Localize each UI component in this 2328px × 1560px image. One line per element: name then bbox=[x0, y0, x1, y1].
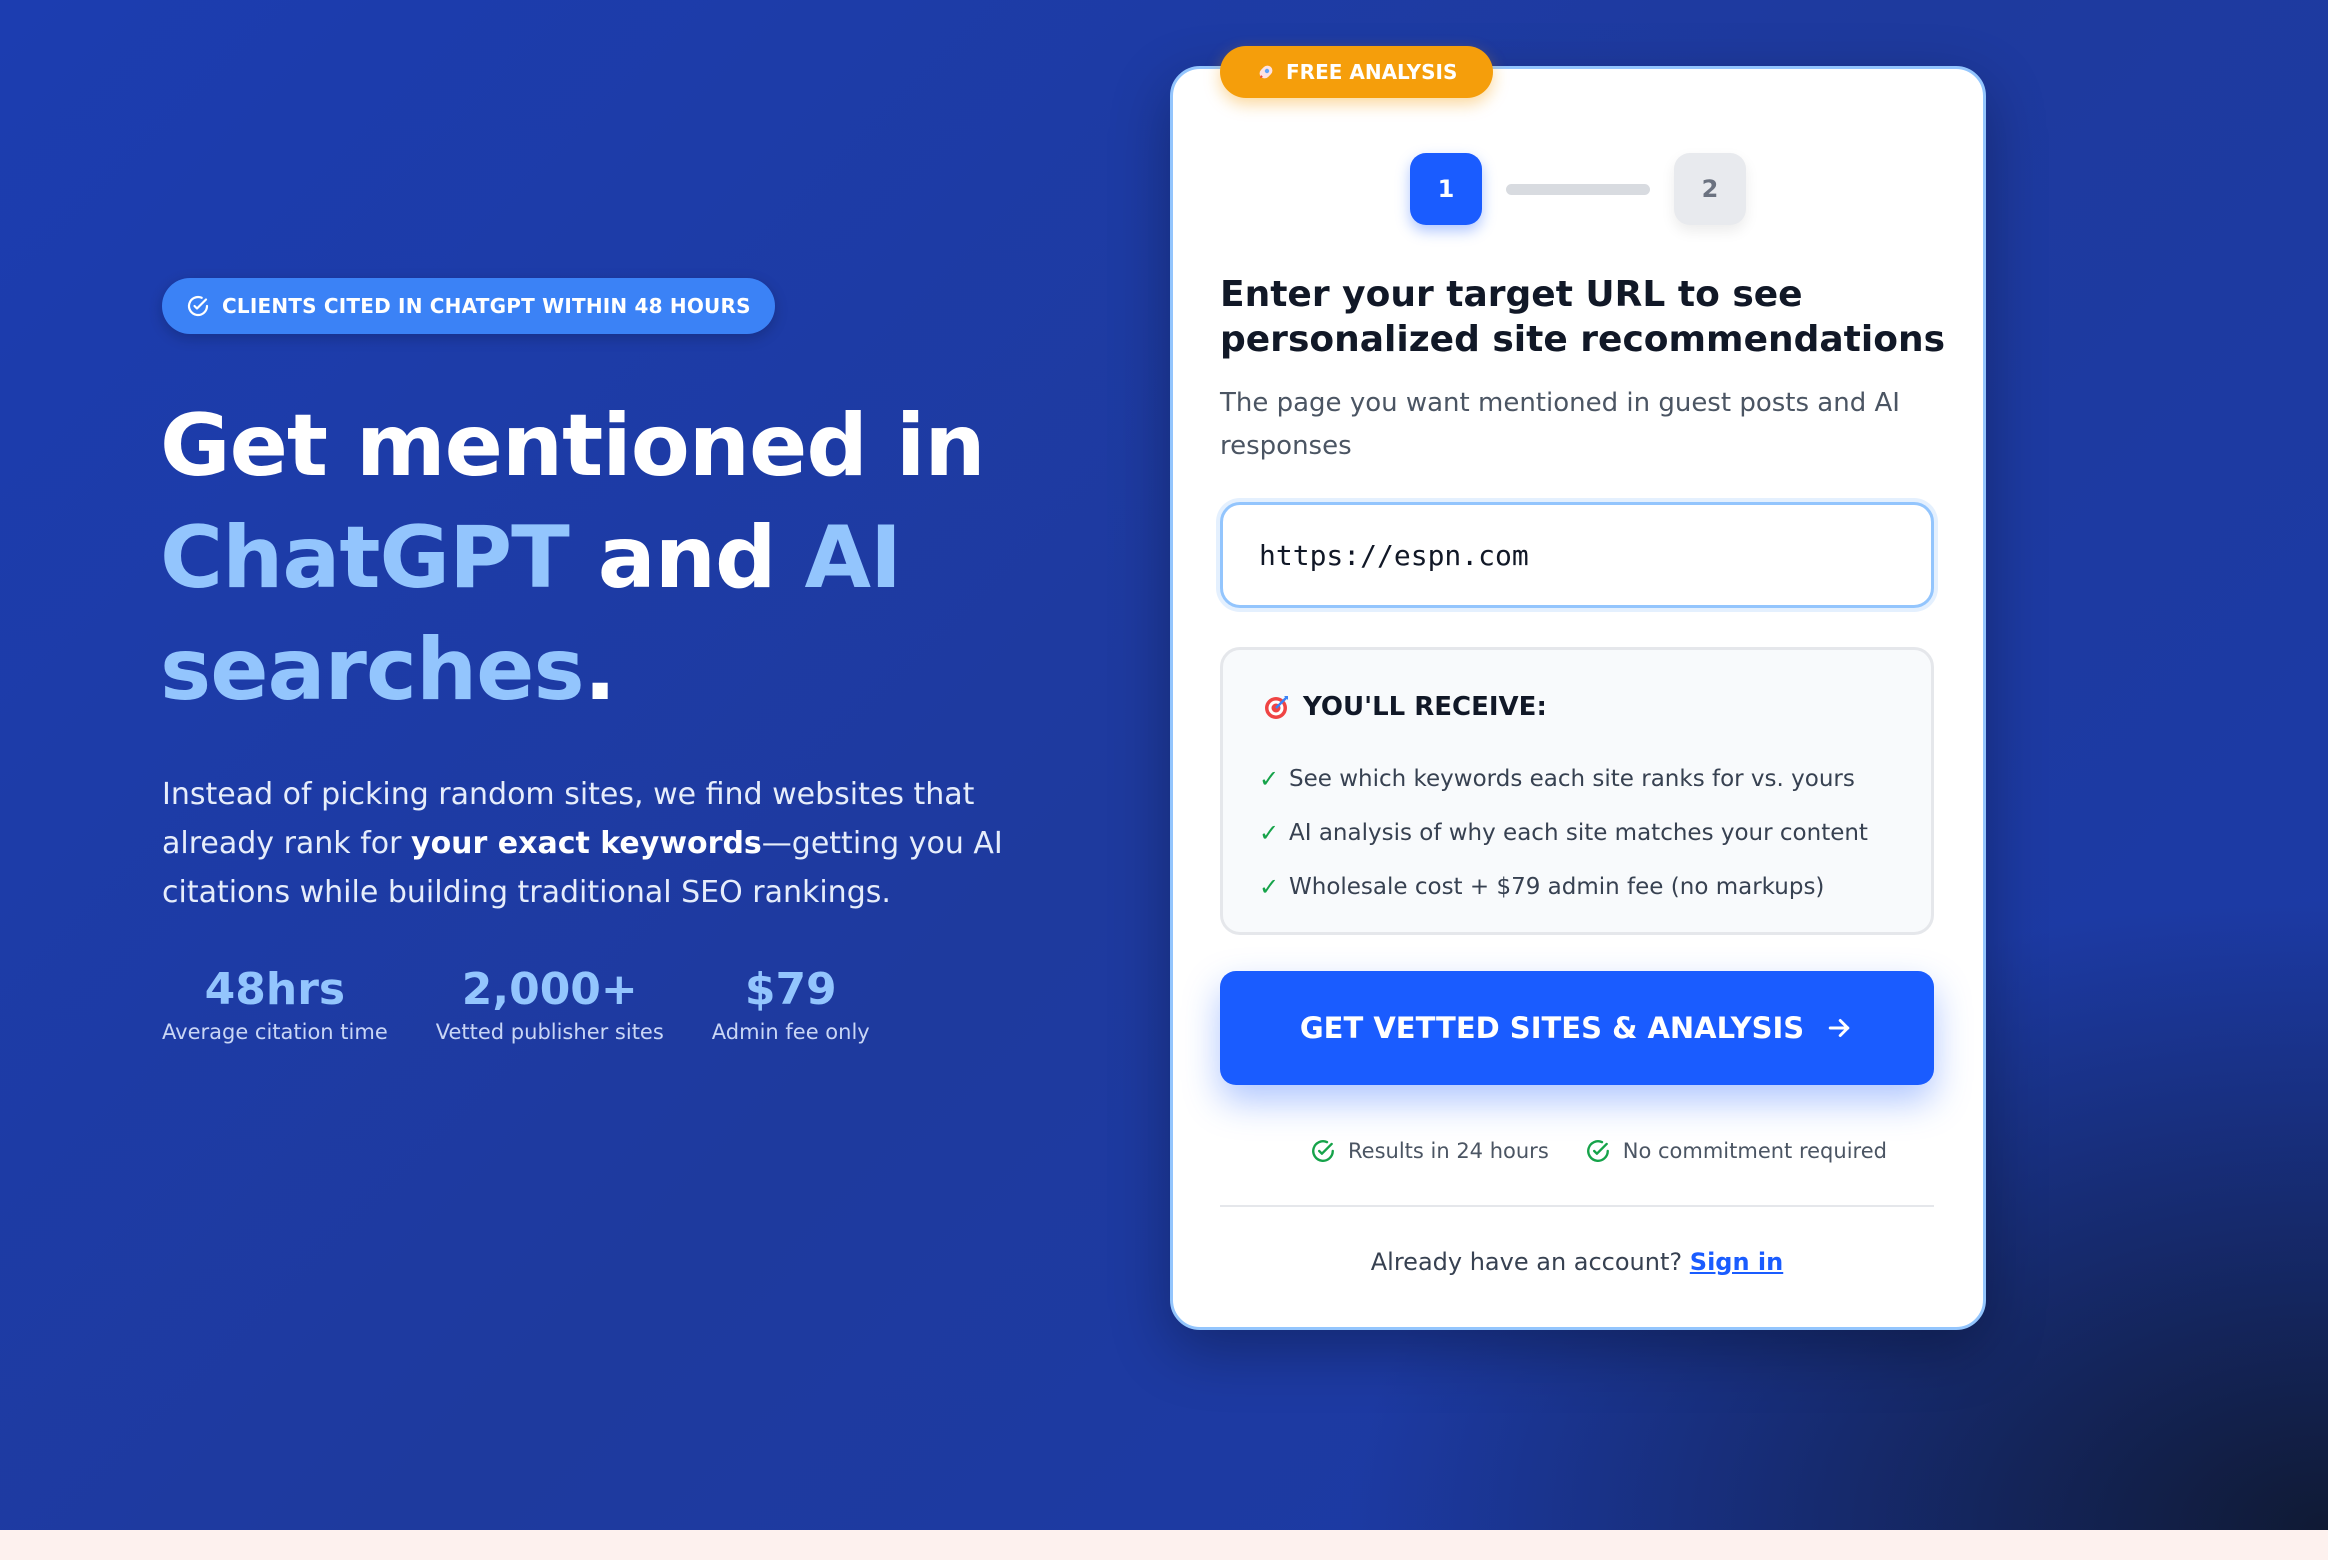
assurance-commitment: No commitment required bbox=[1585, 1138, 1887, 1164]
url-input[interactable] bbox=[1220, 502, 1934, 608]
card-subtitle: The page you want mentioned in guest pos… bbox=[1220, 388, 1900, 461]
headline-part1: Get mentioned in bbox=[160, 396, 986, 496]
stat-admin-fee: $79 Admin fee only bbox=[712, 962, 870, 1046]
hero-description: Instead of picking random sites, we find… bbox=[162, 770, 1022, 917]
check-icon: ✓ bbox=[1259, 819, 1280, 847]
list-item-text: Wholesale cost + $79 admin fee (no marku… bbox=[1289, 874, 1825, 900]
signin-prompt: Already have an account? bbox=[1370, 1248, 1683, 1276]
list-item-text: See which keywords each site ranks for v… bbox=[1289, 766, 1855, 792]
cta-label: GET VETTED SITES & ANALYSIS bbox=[1299, 1011, 1805, 1045]
next-section-edge bbox=[0, 1530, 2328, 1560]
free-analysis-badge: FREE ANALYSIS bbox=[1220, 46, 1494, 98]
stat-label: Average citation time bbox=[162, 1020, 388, 1044]
receive-title: YOU'LL RECEIVE: bbox=[1263, 692, 1547, 722]
get-vetted-sites-button[interactable]: GET VETTED SITES & ANALYSIS bbox=[1220, 971, 1934, 1085]
clients-cited-pill: CLIENTS CITED IN CHATGPT WITHIN 48 HOURS bbox=[162, 278, 775, 334]
description-bold: your exact keywords bbox=[411, 826, 762, 861]
receive-list: ✓ See which keywords each site ranks for… bbox=[1259, 752, 1868, 914]
check-icon: ✓ bbox=[1259, 873, 1280, 901]
stat-citation-time: 48hrs Average citation time bbox=[162, 962, 388, 1046]
check-circle-icon bbox=[187, 295, 209, 317]
target-icon bbox=[1263, 693, 1291, 721]
receive-title-text: YOU'LL RECEIVE: bbox=[1303, 692, 1547, 722]
check-icon: ✓ bbox=[1259, 765, 1280, 793]
receive-box: YOU'LL RECEIVE: ✓ See which keywords eac… bbox=[1220, 647, 1934, 935]
step-1: 1 bbox=[1410, 153, 1482, 225]
assurance-results: Results in 24 hours bbox=[1310, 1138, 1549, 1164]
stat-publisher-sites: 2,000+ Vetted publisher sites bbox=[436, 962, 664, 1046]
stats-row: 48hrs Average citation time 2,000+ Vette… bbox=[162, 962, 870, 1046]
stat-value: $79 bbox=[744, 964, 837, 1015]
stat-label: Admin fee only bbox=[711, 1020, 870, 1044]
assurance-text: No commitment required bbox=[1622, 1139, 1887, 1163]
headline-part2: and bbox=[597, 508, 777, 608]
list-item: ✓ AI analysis of why each site matches y… bbox=[1259, 806, 1868, 860]
list-item: ✓ Wholesale cost + $79 admin fee (no mar… bbox=[1259, 860, 1868, 914]
assurances-row: Results in 24 hours No commitment requir… bbox=[1310, 1138, 1887, 1164]
hero-section: CLIENTS CITED IN CHATGPT WITHIN 48 HOURS… bbox=[0, 0, 2328, 1530]
headline-highlight-chatgpt: ChatGPT bbox=[160, 508, 570, 608]
check-circle-icon bbox=[1312, 1140, 1334, 1162]
signin-row: Already have an account? Sign in bbox=[1220, 1248, 1934, 1276]
arrow-right-icon bbox=[1828, 1019, 1850, 1037]
sign-in-link[interactable]: Sign in bbox=[1690, 1248, 1783, 1276]
assurance-text: Results in 24 hours bbox=[1348, 1139, 1549, 1163]
headline-highlight-ai: AI bbox=[804, 508, 903, 608]
list-item: ✓ See which keywords each site ranks for… bbox=[1259, 752, 1868, 806]
step-2: 2 bbox=[1674, 153, 1746, 225]
stat-value: 48hrs bbox=[204, 964, 346, 1015]
step-indicator: 1 2 bbox=[1410, 153, 1746, 225]
check-circle-icon bbox=[1586, 1140, 1609, 1162]
headline-highlight-searches: searches bbox=[160, 620, 585, 720]
card-title: Enter your target URL to see personalize… bbox=[1220, 274, 1946, 360]
headline-period: . bbox=[583, 620, 617, 720]
divider bbox=[1220, 1205, 1934, 1207]
rocket-icon bbox=[1256, 62, 1276, 82]
badge-label: FREE ANALYSIS bbox=[1286, 60, 1458, 84]
list-item-text: AI analysis of why each site matches you… bbox=[1289, 820, 1868, 846]
step-connector bbox=[1506, 183, 1650, 195]
page-headline: Get mentioned in ChatGPT and AI searches… bbox=[160, 390, 1060, 726]
stat-value: 2,000+ bbox=[461, 964, 638, 1015]
stat-label: Vetted publisher sites bbox=[435, 1020, 664, 1044]
pill-label: CLIENTS CITED IN CHATGPT WITHIN 48 HOURS bbox=[222, 294, 751, 318]
